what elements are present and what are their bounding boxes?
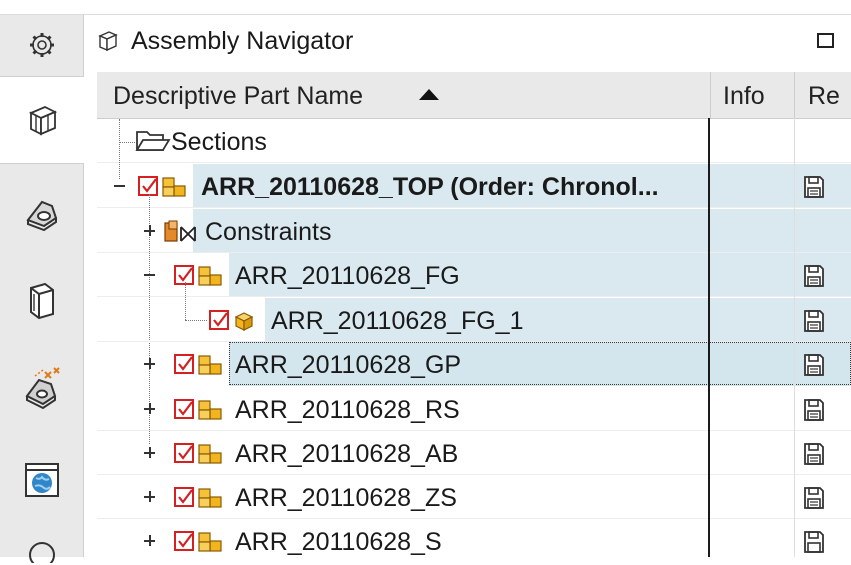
- resource-tab-web-browser[interactable]: [0, 440, 83, 520]
- save-status-icon: [804, 265, 824, 287]
- navigator-title: Assembly Navigator: [131, 27, 354, 55]
- expand-icon[interactable]: [143, 446, 156, 459]
- tree-node-label[interactable]: ARR_20110628_TOP (Order: Chronol...: [201, 164, 659, 208]
- constraints-icon: [164, 220, 196, 242]
- tree-row-ab[interactable]: ARR_20110628_AB: [97, 431, 851, 475]
- tree-node-label[interactable]: ARR_20110628_GP: [235, 342, 461, 386]
- visibility-checkbox[interactable]: [174, 443, 194, 463]
- tree-node-label[interactable]: Sections: [171, 119, 267, 163]
- visibility-checkbox[interactable]: [174, 265, 194, 285]
- sort-ascending-icon: [419, 89, 439, 100]
- assembly-icon: [198, 532, 222, 552]
- tree-row-rs[interactable]: ARR_20110628_RS: [97, 387, 851, 431]
- assembly-tree: Descriptive Part Name Info Re Sections A…: [97, 72, 851, 557]
- visibility-checkbox[interactable]: [209, 310, 229, 330]
- tree-row-constraints[interactable]: Constraints: [97, 209, 851, 253]
- collapse-icon[interactable]: [113, 179, 126, 192]
- tree-row-gp[interactable]: ARR_20110628_GP: [97, 342, 851, 386]
- reuse-library-icon: [24, 367, 60, 410]
- save-status-icon: [804, 354, 824, 376]
- visibility-checkbox[interactable]: [174, 354, 194, 374]
- tree-row-s[interactable]: ARR_20110628_S: [97, 519, 851, 557]
- visibility-checkbox[interactable]: [174, 531, 194, 551]
- assembly-icon: [162, 177, 186, 197]
- assembly-icon: [198, 400, 222, 420]
- save-status-icon: [804, 176, 824, 198]
- check-icon: [178, 489, 193, 504]
- check-icon: [178, 445, 193, 460]
- name-column-divider[interactable]: [708, 118, 710, 557]
- check-icon: [142, 178, 157, 193]
- column-header-re[interactable]: Re: [808, 72, 840, 118]
- visibility-checkbox[interactable]: [138, 176, 158, 196]
- tree-row-sections[interactable]: Sections: [97, 119, 851, 163]
- tree-node-label[interactable]: ARR_20110628_FG_1: [271, 298, 524, 342]
- row-separator: [97, 296, 851, 297]
- tree-node-label[interactable]: ARR_20110628_FG: [235, 253, 460, 297]
- constraint-navigator-icon: [25, 200, 57, 232]
- tree-node-label[interactable]: Constraints: [205, 209, 331, 253]
- column-header-name[interactable]: Descriptive Part Name: [113, 72, 363, 118]
- save-status-icon: [804, 487, 824, 509]
- assembly-navigator-icon: [28, 106, 58, 136]
- column-separator[interactable]: [710, 72, 711, 118]
- component-icon: [234, 312, 254, 331]
- part-navigator-icon: [29, 282, 54, 320]
- assembly-navigator-icon: [98, 31, 118, 52]
- tree-node-label[interactable]: ARR_20110628_RS: [235, 387, 460, 431]
- tree-node-label[interactable]: ARR_20110628_ZS: [235, 475, 457, 519]
- check-icon: [178, 267, 193, 282]
- tree-node-label[interactable]: ARR_20110628_AB: [235, 431, 458, 475]
- tree-row-fg[interactable]: ARR_20110628_FG: [97, 253, 851, 297]
- info-column-divider[interactable]: [794, 118, 795, 557]
- expand-icon[interactable]: [143, 357, 156, 370]
- column-separator[interactable]: [794, 72, 795, 118]
- save-status-icon: [804, 310, 824, 332]
- column-header-row: Descriptive Part Name Info Re: [97, 72, 851, 119]
- visibility-checkbox[interactable]: [174, 487, 194, 507]
- visibility-checkbox[interactable]: [174, 399, 194, 419]
- expand-icon[interactable]: [143, 402, 156, 415]
- resource-tab-partial[interactable]: [0, 525, 83, 565]
- check-icon: [178, 533, 193, 548]
- tree-row-top-assembly[interactable]: ARR_20110628_TOP (Order: Chronol...: [97, 164, 851, 208]
- save-status-icon: [804, 399, 824, 421]
- check-icon: [178, 401, 193, 416]
- resource-tab-reuse-library[interactable]: [0, 348, 83, 428]
- assembly-icon: [198, 444, 222, 464]
- gear-icon: [29, 33, 54, 57]
- assembly-icon: [198, 488, 222, 508]
- resource-tab-constraint-navigator[interactable]: [0, 172, 83, 252]
- resource-tab-settings[interactable]: [0, 15, 83, 75]
- tree-row-fg-1[interactable]: ARR_20110628_FG_1: [97, 298, 851, 342]
- save-status-icon: [804, 443, 824, 465]
- resource-tab-assembly-navigator[interactable]: [0, 76, 84, 164]
- expand-icon[interactable]: [143, 534, 156, 547]
- assembly-icon: [198, 355, 222, 375]
- history-icon: [28, 542, 55, 563]
- tree-row-zs[interactable]: ARR_20110628_ZS: [97, 475, 851, 519]
- web-browser-icon: [24, 463, 59, 497]
- expand-icon[interactable]: [143, 490, 156, 503]
- assembly-icon: [198, 266, 222, 286]
- maximize-button[interactable]: [817, 33, 834, 48]
- column-header-info[interactable]: Info: [723, 72, 765, 118]
- expand-icon[interactable]: [143, 224, 156, 237]
- resource-tab-part-navigator[interactable]: [0, 260, 83, 340]
- check-icon: [178, 356, 193, 371]
- top-rule: [0, 14, 851, 15]
- tree-line: [119, 142, 135, 143]
- save-status-icon: [804, 531, 824, 553]
- check-icon: [213, 312, 228, 327]
- folder-icon: [135, 131, 171, 151]
- tree-node-label[interactable]: ARR_20110628_S: [235, 519, 442, 557]
- collapse-icon[interactable]: [143, 268, 156, 281]
